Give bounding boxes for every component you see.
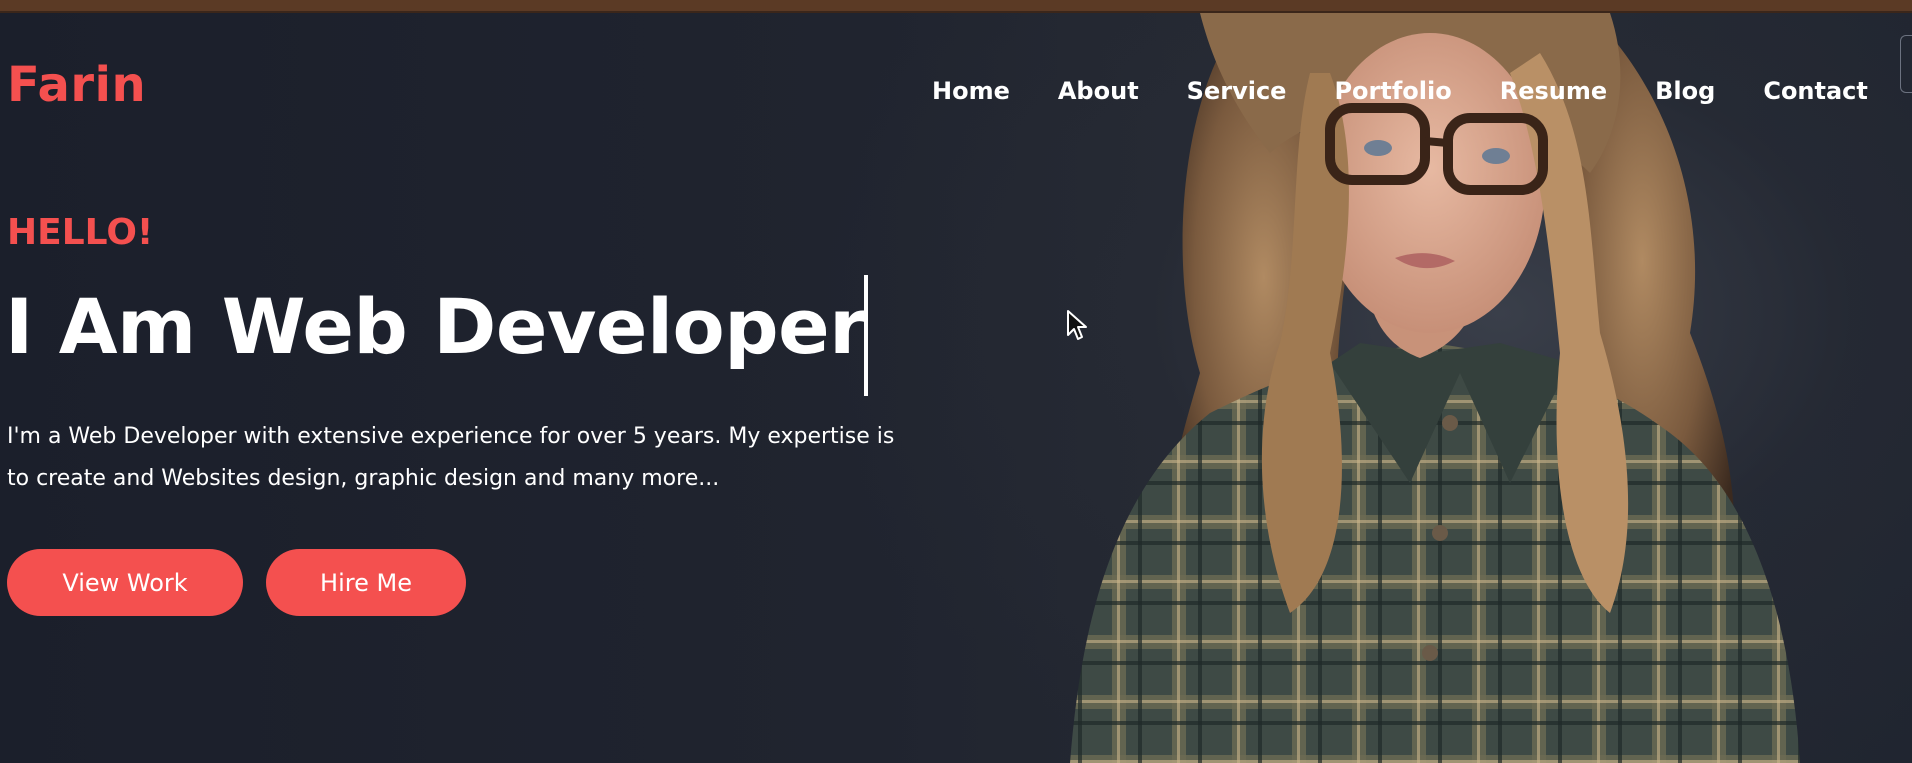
nav-item-contact[interactable]: Contact — [1763, 79, 1868, 103]
hero-description-line-2: to create and Websites design, graphic d… — [7, 466, 720, 491]
nav-item-portfolio[interactable]: Portfolio — [1334, 79, 1451, 103]
view-work-button[interactable]: View Work — [7, 549, 243, 616]
hero-greeting: HELLO! — [7, 212, 154, 253]
nav-item-resume[interactable]: Resume — [1500, 79, 1607, 103]
mouse-pointer-icon — [1067, 310, 1087, 340]
hire-me-button[interactable]: Hire Me — [266, 549, 466, 616]
nav-item-blog[interactable]: Blog — [1655, 79, 1715, 103]
typing-cursor — [864, 275, 868, 396]
portrait-photo — [1030, 13, 1870, 763]
hero-headline: I Am Web Developer — [5, 282, 867, 371]
hero-section: Farin Home About Service Portfolio Resum… — [0, 13, 1912, 763]
site-logo[interactable]: Farin — [7, 57, 146, 113]
nav-item-home[interactable]: Home — [932, 79, 1010, 103]
side-scroll-handle[interactable] — [1900, 35, 1912, 93]
nav-item-about[interactable]: About — [1058, 79, 1139, 103]
browser-top-strip — [0, 0, 1912, 13]
hero-description-line-1: I'm a Web Developer with extensive exper… — [7, 424, 895, 449]
nav-item-service[interactable]: Service — [1187, 79, 1287, 103]
main-navigation: Home About Service Portfolio Resume Blog… — [932, 79, 1868, 103]
hero-description: I'm a Web Developer with extensive exper… — [7, 416, 907, 500]
